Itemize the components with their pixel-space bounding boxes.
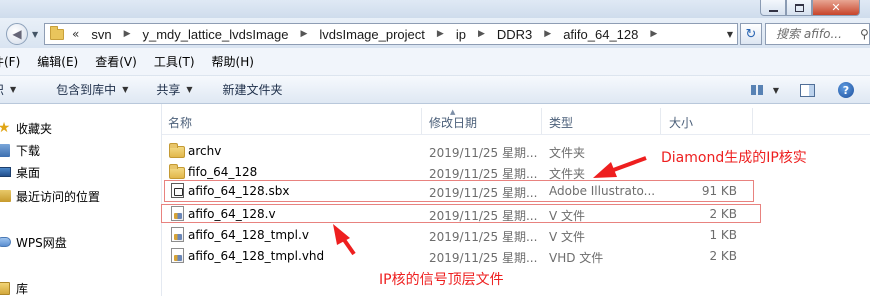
arrow-to-sbx [593,156,647,178]
window-bottom-edge [0,296,870,302]
arrow-to-v-file [333,224,356,256]
annotation-diamond-ip: Diamond生成的IP核实 [661,150,807,166]
annotation-ip-top-file: IP核的信号顶层文件 [379,272,504,288]
